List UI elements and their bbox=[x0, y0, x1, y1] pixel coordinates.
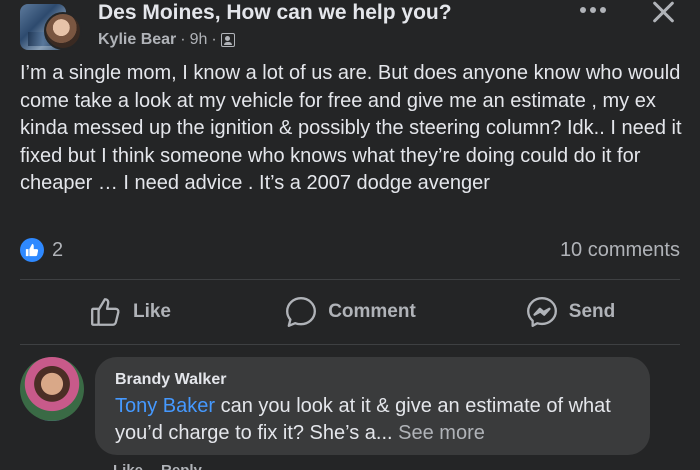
meta-separator: · bbox=[180, 31, 186, 48]
comment-bubble: Brandy Walker Tony Baker can you look at… bbox=[95, 357, 650, 455]
comment-like-link[interactable]: Like bbox=[113, 462, 143, 470]
thumbs-up-icon bbox=[91, 298, 120, 326]
group-members-icon bbox=[220, 33, 235, 47]
messenger-icon bbox=[526, 297, 557, 327]
comments-count[interactable]: 10 comments bbox=[560, 239, 680, 262]
comment-button[interactable]: Comment bbox=[240, 290, 460, 334]
post-body: I’m a single mom, I know a lot of us are… bbox=[20, 62, 682, 194]
like-button[interactable]: Like bbox=[20, 290, 240, 334]
group-name[interactable]: Des Moines, How can we help you? bbox=[98, 0, 452, 26]
mention-link[interactable]: Tony Baker bbox=[115, 395, 215, 417]
send-button-label: Send bbox=[568, 301, 616, 322]
like-reaction-icon[interactable] bbox=[20, 238, 44, 262]
divider bbox=[20, 344, 680, 345]
comment-reply-link[interactable]: Reply bbox=[161, 462, 202, 470]
post-actions: Like Comment Send bbox=[20, 290, 680, 334]
author-name[interactable]: Kylie Bear bbox=[98, 30, 176, 50]
comment-author[interactable]: Brandy Walker bbox=[115, 371, 226, 389]
post-time[interactable]: 9h bbox=[190, 30, 208, 50]
author-avatar[interactable] bbox=[44, 12, 82, 50]
comment-text: Tony Baker can you look at it & give an … bbox=[115, 393, 635, 447]
post-avatars[interactable] bbox=[20, 4, 90, 50]
divider bbox=[20, 279, 680, 280]
like-button-label: Like bbox=[132, 301, 172, 322]
post-meta: Kylie Bear · 9h · bbox=[98, 30, 235, 50]
meta-separator-2: · bbox=[211, 31, 217, 48]
reaction-summary: 2 10 comments bbox=[20, 236, 680, 264]
see-more-link[interactable]: See more bbox=[398, 422, 485, 444]
commenter-avatar[interactable] bbox=[20, 357, 84, 421]
like-count[interactable]: 2 bbox=[52, 239, 63, 262]
send-button[interactable]: Send bbox=[460, 290, 680, 334]
comment-actions: Like Reply bbox=[113, 462, 202, 470]
comment-button-label: Comment bbox=[328, 301, 416, 322]
close-icon[interactable] bbox=[650, 0, 678, 24]
more-options-icon[interactable] bbox=[576, 0, 610, 20]
comment-icon bbox=[286, 297, 317, 327]
